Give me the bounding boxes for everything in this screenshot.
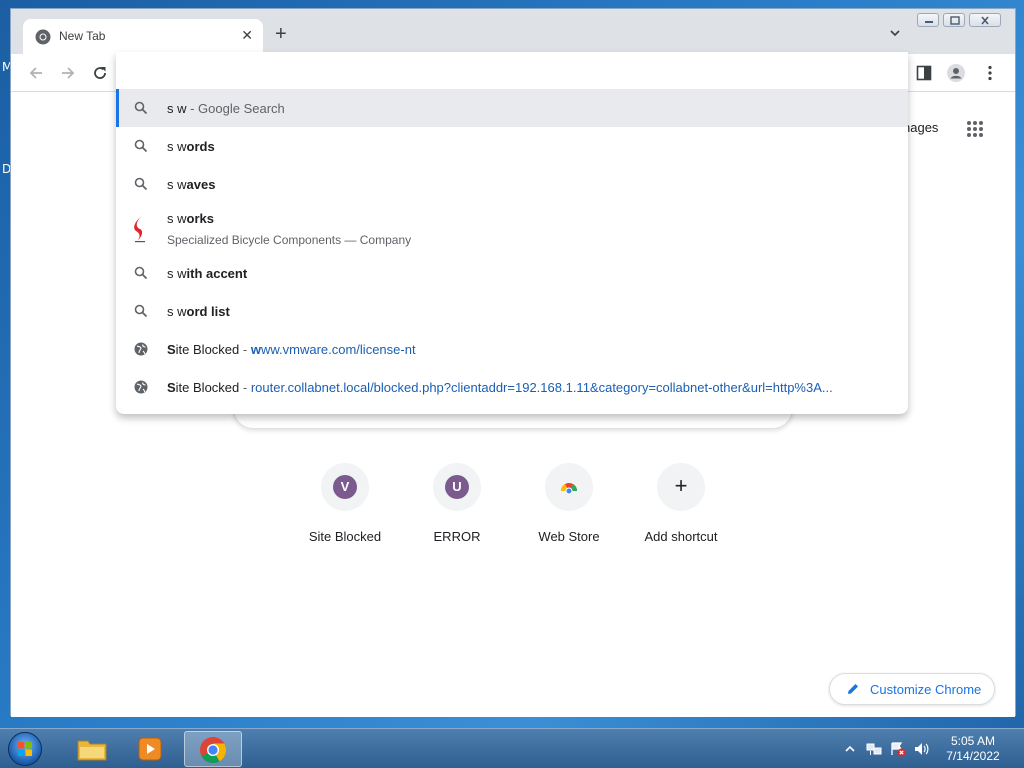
kebab-menu-icon[interactable] [981, 64, 999, 82]
suggestion-subtitle: Specialized Bicycle Components — Company [167, 233, 412, 247]
shortcut-label: Web Store [538, 529, 600, 544]
globe-icon [134, 342, 148, 356]
minimize-button[interactable] [917, 13, 939, 27]
tab-title: New Tab [59, 29, 106, 43]
volume-icon[interactable] [914, 741, 930, 757]
customize-chrome-button[interactable]: Customize Chrome [829, 673, 995, 705]
search-icon [134, 177, 148, 191]
network-icon[interactable] [866, 741, 882, 757]
windows-logo-icon [18, 742, 32, 756]
action-center-icon[interactable] [890, 741, 906, 757]
suggestion-row[interactable]: s word list [116, 292, 908, 330]
suggestion-text: s words [167, 139, 215, 154]
close-tab-icon[interactable]: ✕ [241, 27, 253, 43]
shortcut-tile [545, 463, 593, 511]
media-player-icon [138, 737, 162, 761]
windows-taskbar: 5:05 AM 7/14/2022 [0, 728, 1024, 768]
suggestion-row[interactable]: s w - Google Search [116, 89, 908, 127]
specialized-logo-icon [134, 216, 145, 243]
clock-time: 5:05 AM [950, 734, 996, 748]
folder-icon [77, 740, 107, 761]
close-window-button[interactable] [969, 13, 1001, 27]
shortcut-tile: + [657, 463, 705, 511]
suggestion-text: s works [167, 211, 214, 226]
web-store-icon [560, 483, 578, 495]
taskbar-explorer-button[interactable] [64, 731, 122, 767]
suggestion-row-history[interactable]: Site Blocked - router.collabnet.local/bl… [116, 368, 908, 406]
images-link[interactable]: nages [903, 120, 938, 135]
shortcut-label: Add shortcut [644, 529, 718, 544]
suggestion-row-history[interactable]: Site Blocked - www.vmware.com/license-nt [116, 330, 908, 368]
search-icon [134, 304, 148, 318]
shortcut-label: ERROR [433, 529, 481, 544]
search-icon [134, 266, 148, 280]
customize-chrome-label: Customize Chrome [870, 682, 982, 697]
globe-icon [134, 380, 148, 394]
start-button[interactable] [8, 732, 42, 766]
chrome-icon [200, 737, 227, 764]
new-tab-button[interactable]: + [275, 24, 287, 44]
suggestion-row[interactable]: s words [116, 127, 908, 165]
taskbar-chrome-button[interactable] [184, 731, 242, 767]
shortcut-error[interactable]: U ERROR [401, 463, 513, 544]
add-shortcut-button[interactable]: + Add shortcut [625, 463, 737, 544]
suggestion-text: s w - Google Search [167, 101, 285, 116]
chevron-down-icon[interactable] [889, 27, 901, 39]
search-icon [134, 139, 148, 153]
forward-icon[interactable] [59, 64, 77, 82]
shortcut-letter-avatar: V [333, 475, 357, 499]
shortcut-tile: U [433, 463, 481, 511]
tab-new-tab[interactable]: New Tab ✕ [23, 19, 263, 54]
shortcut-web-store[interactable]: Web Store [513, 463, 625, 544]
back-icon[interactable] [27, 64, 45, 82]
suggestion-row-entity[interactable]: s works Specialized Bicycle Components —… [116, 203, 908, 253]
tab-strip: New Tab ✕ + [11, 9, 1015, 54]
apps-grid-icon[interactable] [965, 119, 985, 139]
side-panel-icon[interactable] [915, 64, 933, 82]
shortcut-site-blocked[interactable]: V Site Blocked [289, 463, 401, 544]
suggestion-text: s waves [167, 177, 216, 192]
profile-avatar-icon[interactable] [947, 64, 965, 82]
clock-date: 7/14/2022 [946, 749, 1000, 763]
suggestion-row[interactable]: s with accent [116, 254, 908, 292]
search-icon [134, 101, 148, 115]
suggestion-text: s with accent [167, 266, 248, 281]
tray-overflow-chevron-icon[interactable] [844, 743, 856, 755]
shortcut-label: Site Blocked [308, 529, 382, 544]
taskbar-clock[interactable]: 5:05 AM 7/14/2022 [940, 734, 1006, 764]
suggestion-text: Site Blocked - router.collabnet.local/bl… [167, 380, 833, 395]
shortcut-letter-avatar: U [445, 475, 469, 499]
taskbar-media-player-button[interactable] [124, 731, 182, 767]
suggestion-row[interactable]: s waves [116, 165, 908, 203]
reload-icon[interactable] [91, 64, 109, 82]
suggestion-text: Site Blocked - www.vmware.com/license-nt [167, 342, 416, 357]
plus-icon: + [674, 473, 688, 498]
suggestion-text: s word list [167, 304, 230, 319]
chrome-favicon-icon [35, 29, 51, 45]
pencil-icon [848, 684, 858, 694]
shortcut-tile: V [321, 463, 369, 511]
omnibox-suggestions-dropdown: s w - Google Search s words s waves s wo… [116, 52, 908, 414]
restore-button[interactable] [943, 13, 965, 27]
